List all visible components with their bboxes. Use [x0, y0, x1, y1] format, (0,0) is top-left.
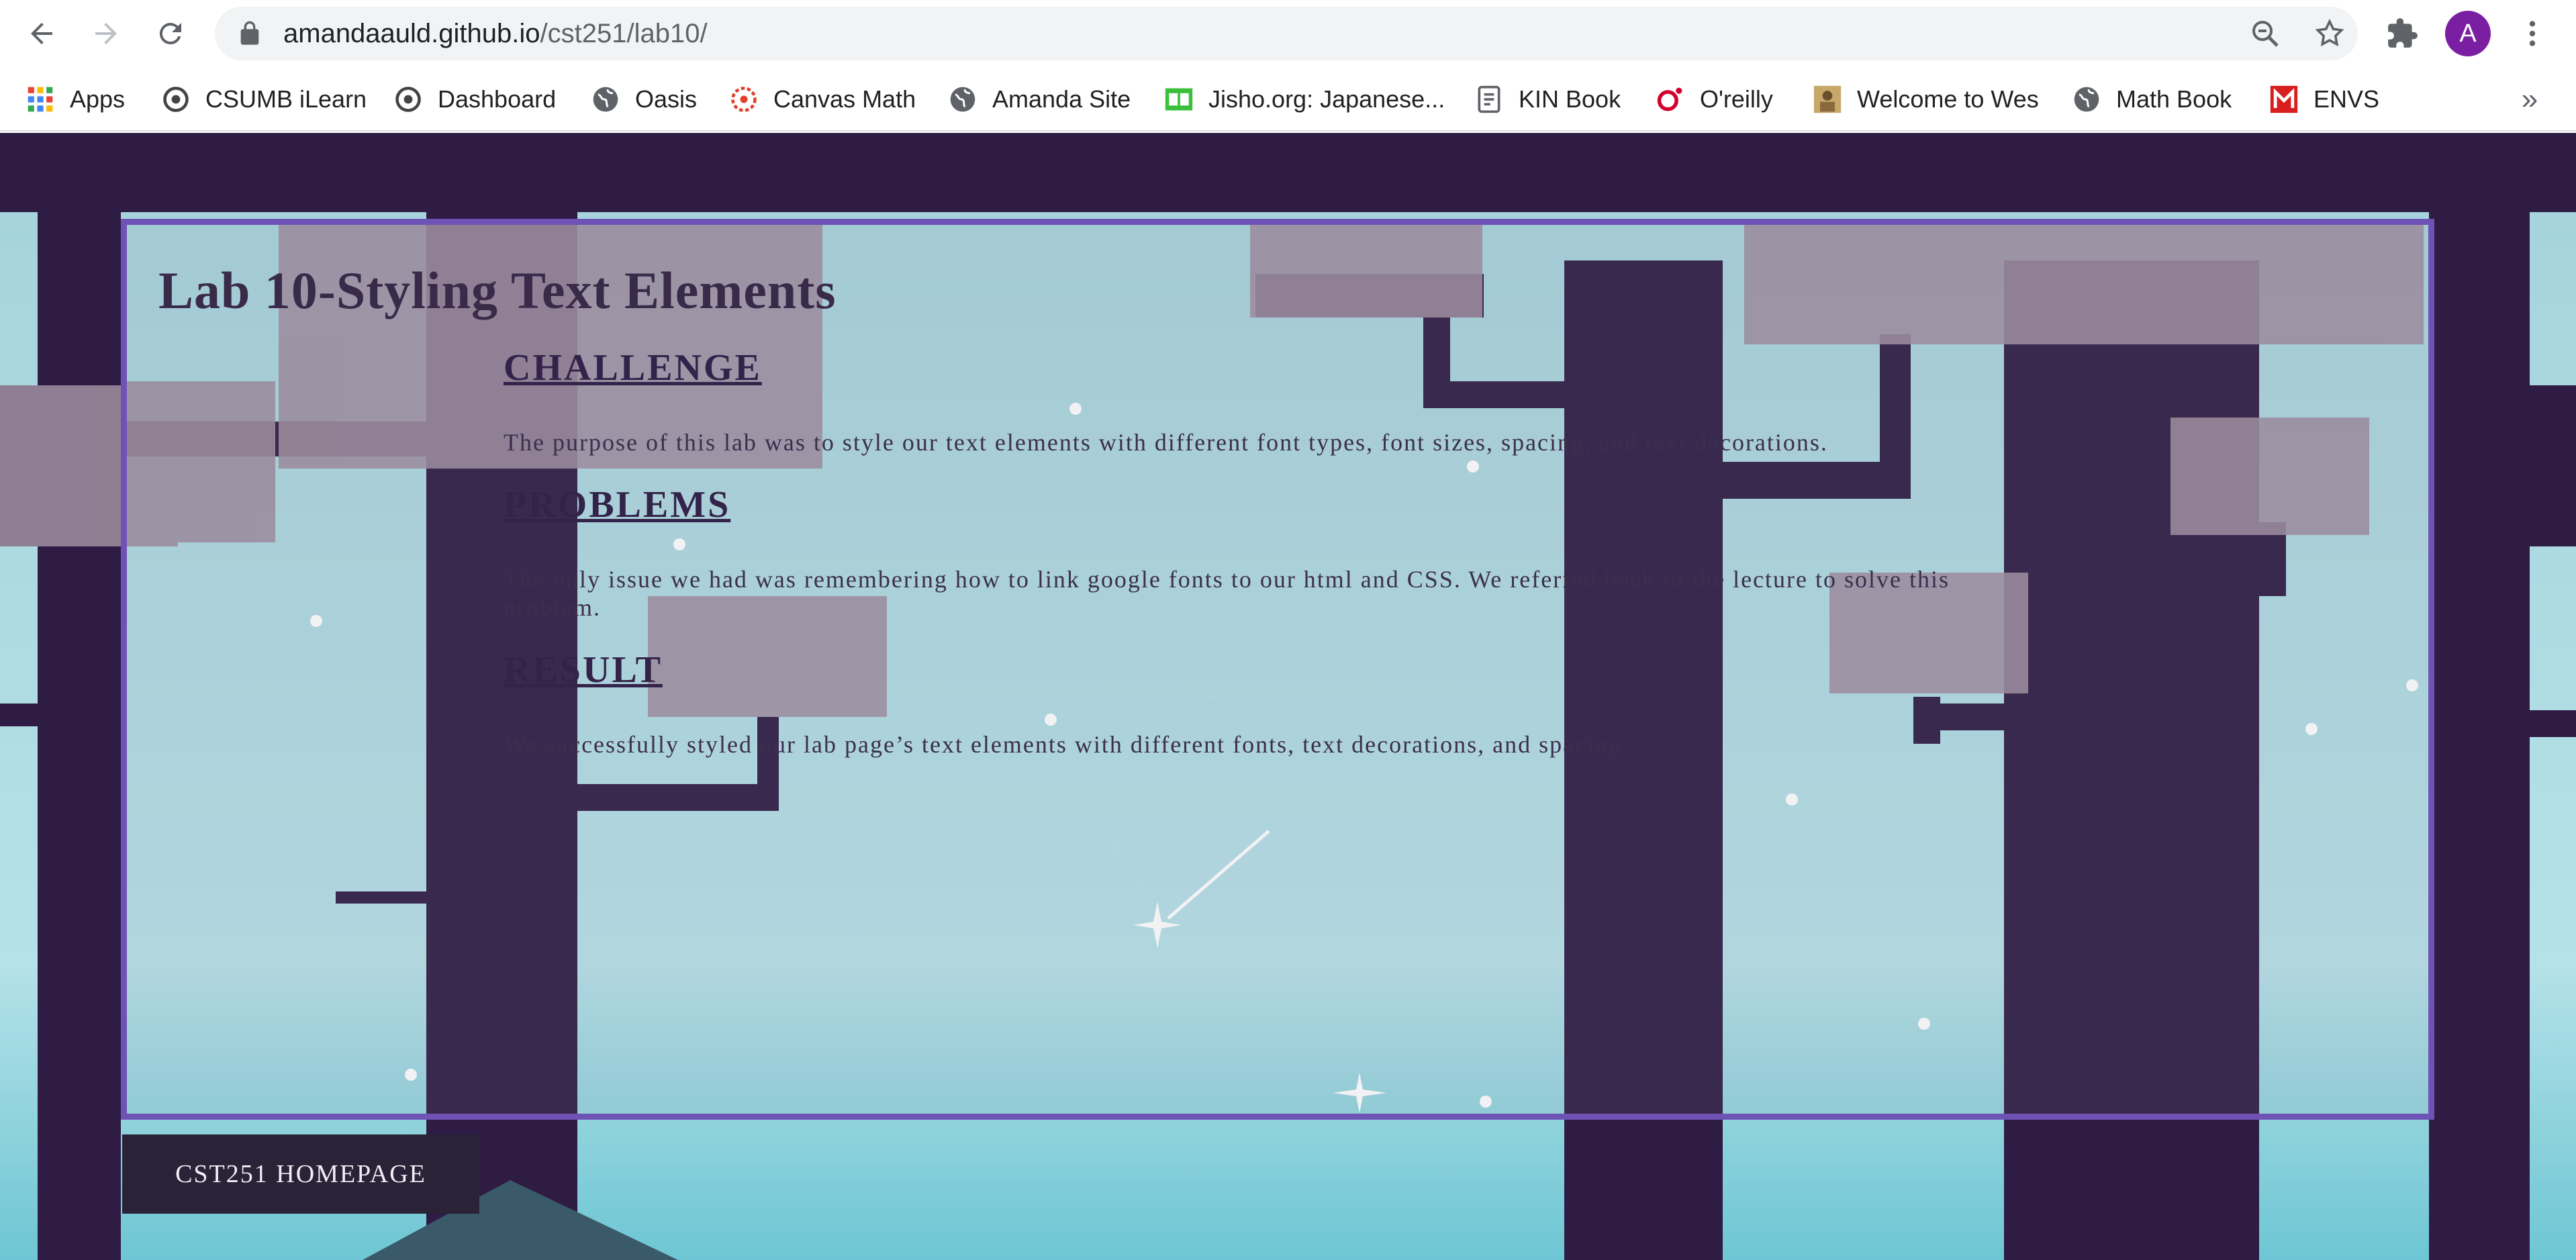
bookmark-jisho[interactable]: Jisho.org: Japanese... [1164, 82, 1445, 117]
profile-avatar[interactable]: A [2445, 11, 2491, 56]
extensions-button[interactable] [2382, 13, 2422, 54]
bookmark-label: Math Book [2116, 85, 2232, 113]
reload-button[interactable] [149, 12, 192, 55]
bookmark-label: Apps [70, 85, 126, 113]
puzzle-icon [2388, 18, 2418, 48]
bookmark-star-icon[interactable] [2313, 17, 2346, 50]
bookmark-oreilly[interactable]: O'reilly [1656, 82, 1773, 117]
wes-icon [1813, 85, 1842, 114]
lock-icon [240, 21, 259, 45]
more-bookmarks-button[interactable]: » [2511, 83, 2548, 115]
bookmark-label: Oasis [635, 85, 698, 113]
page-viewport: Lab 10-Styling Text Elements CHALLENGE T… [0, 133, 2576, 1260]
url-text: amandaauld.github.io/cst251/lab10/ [283, 19, 708, 49]
browser-menu-button[interactable] [2512, 13, 2553, 54]
bookmark-label: Canvas Math [773, 85, 916, 113]
envs-icon [2269, 85, 2299, 114]
page-title: Lab 10-Styling Text Elements [158, 261, 837, 320]
zoom-icon[interactable] [2249, 17, 2281, 50]
kebab-menu-icon [2529, 21, 2536, 46]
bookmarks-bar: Apps CSUMB iLearn Dashboard Oasis Canvas… [0, 67, 2576, 132]
jisho-icon [1164, 85, 1194, 114]
problems-text: The only issue we had was remembering ho… [504, 566, 1950, 621]
bookmark-dashboard[interactable]: Dashboard [393, 82, 556, 117]
result-text: We successfully styled our lab page’s te… [504, 731, 1630, 758]
bookmark-label: CSUMB iLearn [205, 85, 367, 113]
challenge-heading: CHALLENGE [504, 347, 762, 389]
apps-grid-icon [26, 85, 55, 114]
dashboard-icon [393, 85, 423, 114]
bookmark-envs[interactable]: ENVS [2269, 82, 2379, 117]
bookmark-apps[interactable]: Apps [26, 82, 125, 117]
url-host: amandaauld.github.io [283, 19, 540, 48]
canvas-icon [729, 85, 759, 114]
bookmark-welcome-to-wes[interactable]: Welcome to Wes [1813, 82, 2039, 117]
forward-button[interactable] [85, 12, 128, 55]
content-card [121, 219, 2434, 1120]
globe-icon [591, 85, 620, 114]
bookmark-label: Welcome to Wes [1857, 85, 2039, 113]
address-bar[interactable]: amandaauld.github.io/cst251/lab10/ [215, 7, 2358, 60]
bookmark-label: Amanda Site [992, 85, 1131, 113]
challenge-text: The purpose of this lab was to style our… [504, 429, 1828, 456]
bookmark-oasis[interactable]: Oasis [591, 82, 697, 117]
bookmark-amanda-site[interactable]: Amanda Site [948, 82, 1131, 117]
bookmark-kin-book[interactable]: KIN Book [1474, 82, 1621, 117]
bookmark-label: KIN Book [1519, 85, 1621, 113]
browser-toolbar: amandaauld.github.io/cst251/lab10/ A [0, 0, 2576, 67]
bookmark-math-book[interactable]: Math Book [2072, 82, 2232, 117]
bookmark-label: ENVS [2313, 85, 2380, 113]
back-button[interactable] [20, 12, 63, 55]
result-heading: RESULT [504, 649, 663, 691]
back-arrow-icon [31, 23, 52, 44]
bookmark-label: O'reilly [1700, 85, 1773, 113]
bookmark-canvas-math[interactable]: Canvas Math [729, 82, 916, 117]
problems-heading: PROBLEMS [504, 484, 731, 526]
cst251-homepage-button[interactable]: CST251 HOMEPAGE [122, 1134, 479, 1214]
forward-arrow-icon [95, 23, 117, 44]
document-icon [1474, 85, 1504, 114]
bookmark-csumb-ilearn[interactable]: CSUMB iLearn [161, 82, 367, 117]
reload-icon [159, 23, 181, 45]
ilearn-icon [161, 85, 191, 114]
bookmark-label: Jisho.org: Japanese... [1208, 85, 1445, 113]
globe-icon [2072, 85, 2101, 114]
url-path: /cst251/lab10/ [540, 19, 708, 48]
globe-icon [948, 85, 977, 114]
bookmark-label: Dashboard [438, 85, 557, 113]
oreilly-icon [1656, 85, 1685, 114]
